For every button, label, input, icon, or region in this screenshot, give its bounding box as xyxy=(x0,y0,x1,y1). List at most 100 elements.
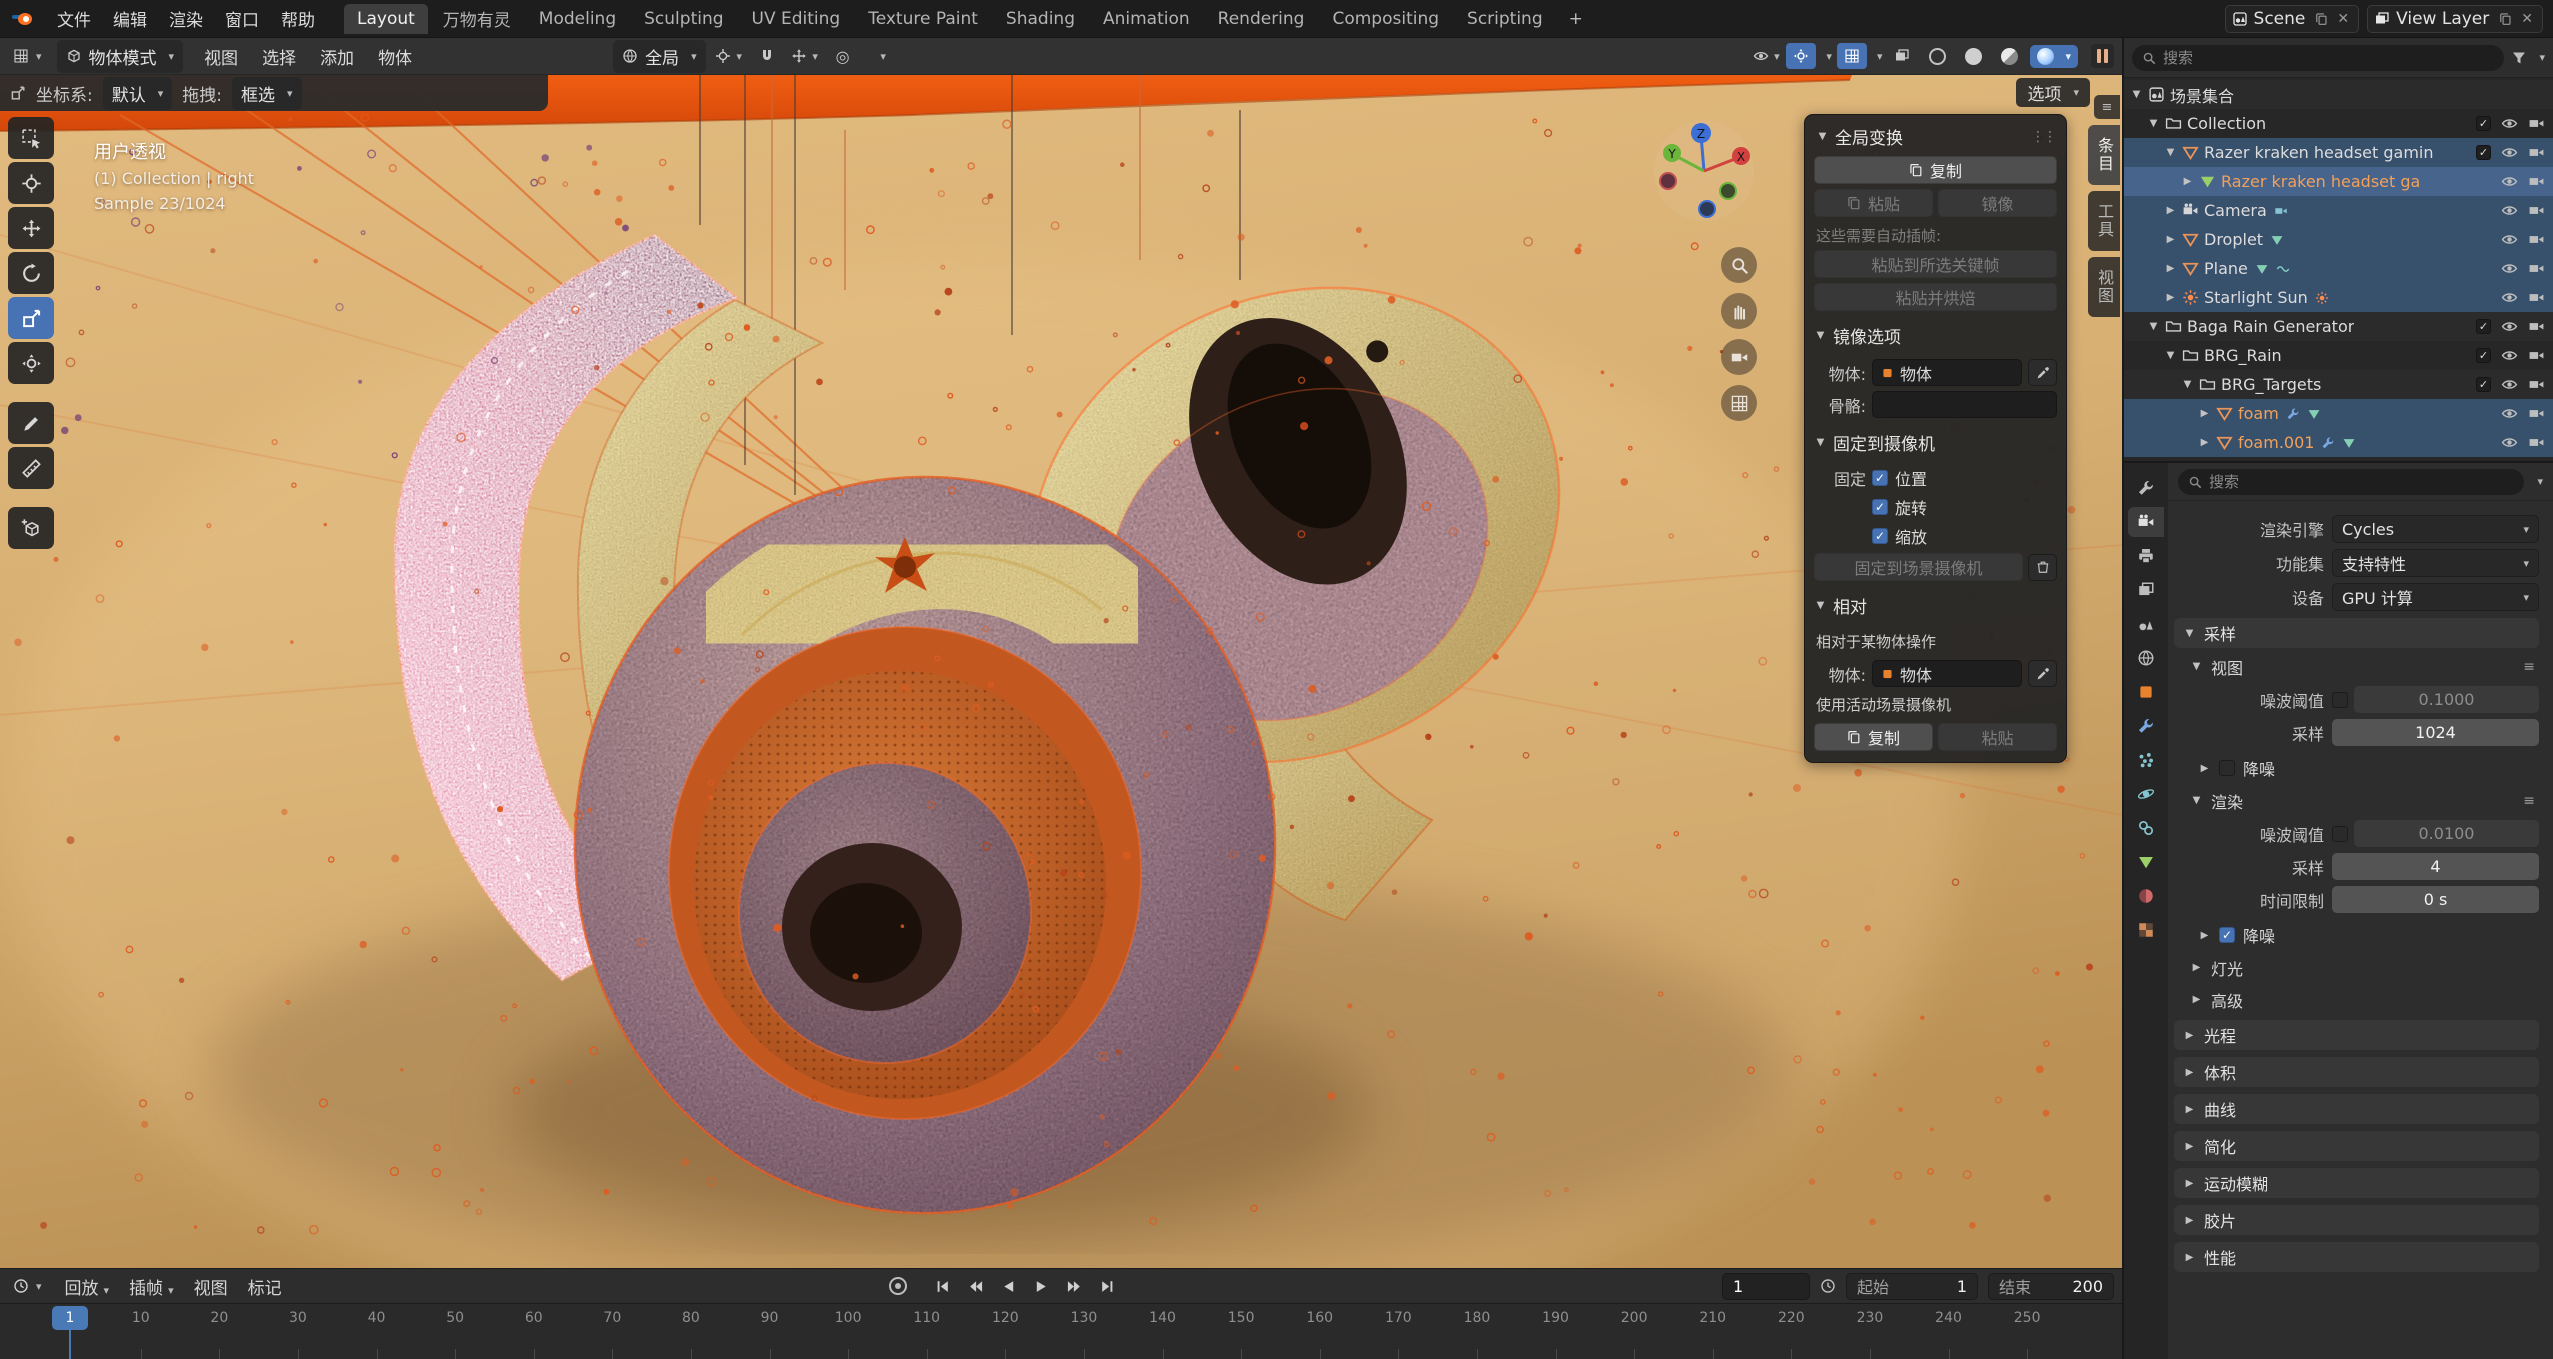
gizmos-dropdown[interactable]: ▾ xyxy=(1826,50,1832,63)
tool-cursor[interactable] xyxy=(8,162,54,204)
frame-start-field[interactable]: 起始 1 xyxy=(1846,1273,1978,1300)
properties-tab-render[interactable] xyxy=(2128,507,2164,537)
new-scene-icon[interactable] xyxy=(2315,11,2328,27)
subsection-灯光[interactable]: ▶灯光 xyxy=(2174,954,2539,981)
include-checkbox[interactable]: ✓ xyxy=(2476,348,2491,363)
workspace-tab[interactable]: Sculpting xyxy=(631,4,736,34)
fix-camera-collapse-icon[interactable]: ▼ xyxy=(1814,437,1827,448)
fix-location-checkbox[interactable]: ✓位置 xyxy=(1872,466,1927,490)
expand-toggle[interactable]: ▶ xyxy=(2164,205,2177,216)
sidebar-tab-工具[interactable]: 工具 xyxy=(2088,191,2120,251)
workspace-tab[interactable]: 万物有灵 xyxy=(430,1,524,36)
expand-toggle[interactable]: ▶ xyxy=(2164,292,2177,303)
disable-render-icon[interactable] xyxy=(2528,289,2545,306)
gizmos-toggle[interactable] xyxy=(1786,43,1816,69)
topbar-menu[interactable]: 窗口 xyxy=(214,2,270,35)
pan-button[interactable] xyxy=(1721,293,1757,329)
fix-rotation-checkbox[interactable]: ✓旋转 xyxy=(1872,495,1927,519)
fix-to-scene-camera-button[interactable]: 固定到场景摄像机 xyxy=(1814,553,2023,581)
properties-tab-tool[interactable] xyxy=(2128,473,2164,503)
outliner-row[interactable]: ▼Collection✓ xyxy=(2124,109,2553,138)
section-sampling[interactable]: ▼采样 xyxy=(2174,618,2539,648)
relative-copy-button[interactable]: 复制 xyxy=(1814,723,1933,751)
topbar-menu[interactable]: 渲染 xyxy=(158,2,214,35)
value-checkbox[interactable]: ✓ xyxy=(2332,826,2348,842)
new-view-layer-icon[interactable] xyxy=(2499,11,2512,27)
hide-viewport-icon[interactable] xyxy=(2501,260,2518,277)
tool-transform[interactable] xyxy=(8,342,54,384)
pivot-point-button[interactable]: ▾ xyxy=(714,43,744,69)
disable-render-icon[interactable] xyxy=(2528,202,2545,219)
outliner-row[interactable]: ▼BRG_Targets✓ xyxy=(2124,370,2553,399)
editor-type-button[interactable]: ▾ xyxy=(8,45,47,67)
shading-wireframe-button[interactable] xyxy=(1922,45,1953,68)
properties-tab-object[interactable] xyxy=(2128,677,2164,707)
property-dropdown[interactable]: 支持特性▾ xyxy=(2332,549,2539,577)
jump-to-end-button[interactable] xyxy=(1092,1273,1122,1299)
properties-tab-modifiers[interactable] xyxy=(2128,711,2164,741)
outliner-filter-dropdown[interactable]: ▾ xyxy=(2539,51,2545,64)
view-layer-selector[interactable]: View Layer ✕ xyxy=(2367,5,2543,33)
tool-measure[interactable] xyxy=(8,447,54,489)
subsection-渲染[interactable]: ▼渲染≡ xyxy=(2174,787,2539,814)
property-value-field[interactable]: 4 xyxy=(2332,853,2539,880)
playhead[interactable]: 1 xyxy=(52,1306,88,1330)
sidebar-menu-icon[interactable]: ≡ xyxy=(2094,95,2120,119)
orientation-dropdown[interactable]: 全局 ▾ xyxy=(613,40,706,73)
disable-render-icon[interactable] xyxy=(2528,434,2545,451)
mirror-options-collapse-icon[interactable]: ▼ xyxy=(1814,330,1827,341)
hide-viewport-icon[interactable] xyxy=(2501,144,2518,161)
preset-icon[interactable]: ≡ xyxy=(2523,793,2535,809)
properties-tab-data[interactable] xyxy=(2128,847,2164,877)
section-体积[interactable]: ▶体积 xyxy=(2174,1057,2539,1087)
hide-viewport-icon[interactable] xyxy=(2501,202,2518,219)
fix-scale-checkbox[interactable]: ✓缩放 xyxy=(1872,524,1927,548)
disable-render-icon[interactable] xyxy=(2528,347,2545,364)
timeline-ruler[interactable]: 1102030405060708090100110120130140150160… xyxy=(0,1303,2122,1359)
properties-tab-texture[interactable] xyxy=(2128,915,2164,945)
timeline-editor-type-button[interactable]: ▾ xyxy=(8,1275,47,1297)
drag-handle-icon[interactable]: ⋮⋮ xyxy=(2031,129,2055,145)
hide-viewport-icon[interactable] xyxy=(2501,231,2518,248)
expand-toggle[interactable]: ▼ xyxy=(2181,379,2194,390)
outliner-row[interactable]: ▼Baga Rain Generator✓ xyxy=(2124,312,2553,341)
outliner-row[interactable]: ▼BRG_Rain✓ xyxy=(2124,341,2553,370)
disable-render-icon[interactable] xyxy=(2528,144,2545,161)
disable-render-icon[interactable] xyxy=(2528,173,2545,190)
outliner-row[interactable]: ▼场景集合 xyxy=(2124,80,2553,109)
hide-viewport-icon[interactable] xyxy=(2501,173,2518,190)
timeline-menu-插帧[interactable]: 插帧▾ xyxy=(121,1271,182,1302)
proportional-editing-toggle[interactable]: ◎ xyxy=(828,43,858,69)
copy-global-transform-button[interactable]: 复制 xyxy=(1814,156,2057,184)
subsection-高级[interactable]: ▶高级 xyxy=(2174,986,2539,1013)
relative-paste-button[interactable]: 粘贴 xyxy=(1938,723,2057,751)
workspace-tab[interactable]: UV Editing xyxy=(739,4,854,34)
workspace-tab[interactable]: Scripting xyxy=(1454,4,1556,34)
jump-to-start-button[interactable] xyxy=(927,1273,957,1299)
filter-icon[interactable] xyxy=(2511,50,2527,66)
outliner-search-input[interactable]: 搜索 xyxy=(2132,45,2504,71)
relative-eyedropper-button[interactable] xyxy=(2028,660,2057,687)
disable-render-icon[interactable] xyxy=(2528,376,2545,393)
property-value-field[interactable]: 0 s xyxy=(2332,886,2539,913)
section-曲线[interactable]: ▶曲线 xyxy=(2174,1094,2539,1124)
section-简化[interactable]: ▶简化 xyxy=(2174,1131,2539,1161)
expand-toggle[interactable]: ▶ xyxy=(2198,437,2211,448)
expand-toggle[interactable]: ▼ xyxy=(2130,89,2143,100)
relative-collapse-icon[interactable]: ▼ xyxy=(1814,600,1827,611)
expand-toggle[interactable]: ▶ xyxy=(2164,263,2177,274)
properties-search-input[interactable]: 搜索 xyxy=(2178,469,2524,495)
hide-viewport-icon[interactable] xyxy=(2501,318,2518,335)
proportional-falloff-dropdown[interactable]: ▾ xyxy=(866,43,896,69)
outliner-row[interactable]: ▶Starlight Sun xyxy=(2124,283,2553,312)
property-dropdown[interactable]: GPU 计算▾ xyxy=(2332,583,2539,611)
viewport-menu[interactable]: 添加 xyxy=(309,40,365,73)
denoise-row[interactable]: ▶✓降噪 xyxy=(2174,919,2539,949)
denoise-row[interactable]: ▶✓降噪 xyxy=(2174,752,2539,782)
hide-viewport-icon[interactable] xyxy=(2501,376,2518,393)
disable-render-icon[interactable] xyxy=(2528,405,2545,422)
workspace-tab[interactable]: Modeling xyxy=(526,4,629,34)
topbar-menu[interactable]: 编辑 xyxy=(102,2,158,35)
shading-material-button[interactable] xyxy=(1994,45,2025,68)
viewport-menu[interactable]: 视图 xyxy=(193,40,249,73)
